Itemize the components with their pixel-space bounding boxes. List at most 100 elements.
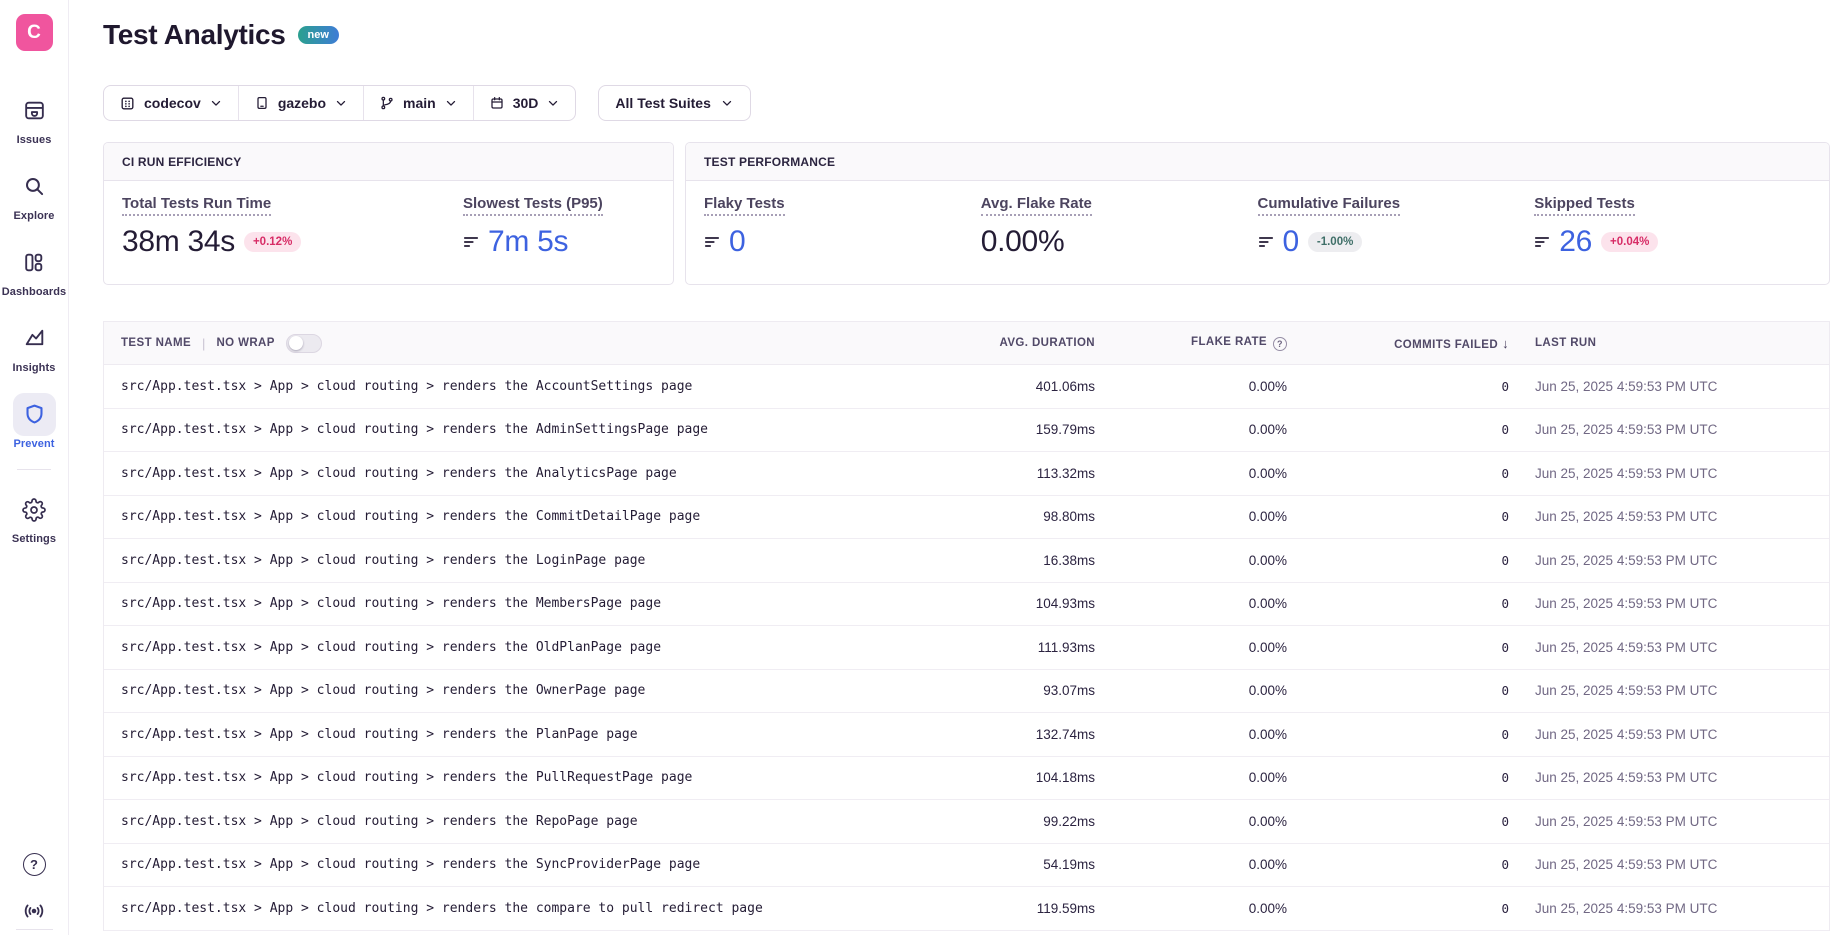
avg-duration-cell: 98.80ms (935, 509, 1095, 524)
new-badge: new (298, 26, 339, 44)
last-run-cell: Jun 25, 2025 4:59:53 PM UTC (1509, 640, 1829, 655)
panel-body: Flaky Tests 0 Avg. Flake Rate (686, 181, 1829, 259)
col-header-commits-failed[interactable]: COMMITS FAILED↓ (1287, 336, 1509, 351)
last-run-cell: Jun 25, 2025 4:59:53 PM UTC (1509, 422, 1829, 437)
sidebar-divider (17, 469, 51, 470)
filter-group: codecov gazebo (103, 85, 576, 121)
sidebar-item-explore[interactable]: Explore (13, 165, 56, 222)
test-name-cell: src/App.test.tsx > App > cloud routing >… (104, 640, 935, 655)
table-row: src/App.test.tsx > App > cloud routing >… (104, 887, 1829, 931)
avg-duration-cell: 159.79ms (935, 422, 1095, 437)
page-title: Test Analytics (103, 19, 286, 51)
metric-label[interactable]: Cumulative Failures (1258, 195, 1401, 216)
table-row: src/App.test.tsx > App > cloud routing >… (104, 800, 1829, 844)
table-body: src/App.test.tsx > App > cloud routing >… (104, 365, 1829, 931)
test-name-cell: src/App.test.tsx > App > cloud routing >… (104, 683, 935, 698)
panel-title: TEST PERFORMANCE (686, 143, 1829, 181)
metric-label[interactable]: Total Tests Run Time (122, 195, 271, 216)
no-wrap-toggle[interactable] (286, 334, 322, 353)
sidebar-item-label: Prevent (13, 438, 54, 450)
metric-label[interactable]: Slowest Tests (P95) (463, 195, 603, 216)
test-name-cell: src/App.test.tsx > App > cloud routing >… (104, 727, 935, 742)
tests-table: TEST NAME | NO WRAP AVG. DURATION FLAKE … (103, 321, 1830, 931)
org-selector[interactable]: codecov (104, 86, 239, 120)
org-avatar[interactable]: C (16, 14, 53, 51)
table-row: src/App.test.tsx > App > cloud routing >… (104, 626, 1829, 670)
calendar-icon (489, 95, 505, 111)
avg-duration-cell: 54.19ms (935, 857, 1095, 872)
filter-funnel-icon[interactable] (463, 234, 479, 250)
flake-rate-cell: 0.00% (1095, 770, 1287, 785)
table-row: src/App.test.tsx > App > cloud routing >… (104, 452, 1829, 496)
last-run-cell: Jun 25, 2025 4:59:53 PM UTC (1509, 509, 1829, 524)
metric-cumulative-failures: Cumulative Failures 0 -1.00% (1258, 195, 1535, 259)
test-name-cell: src/App.test.tsx > App > cloud routing >… (104, 770, 935, 785)
metric-label[interactable]: Avg. Flake Rate (981, 195, 1092, 216)
sidebar-item-issues[interactable]: Issues (13, 89, 56, 146)
last-run-cell: Jun 25, 2025 4:59:53 PM UTC (1509, 814, 1829, 829)
org-value: codecov (144, 95, 201, 111)
test-performance-panel: TEST PERFORMANCE Flaky Tests 0 (685, 142, 1830, 285)
test-suites-selector[interactable]: All Test Suites (598, 85, 750, 121)
sidebar-item-prevent[interactable]: Prevent (13, 393, 56, 450)
page-header: Test Analytics new (103, 15, 1830, 55)
avg-duration-cell: 401.06ms (935, 379, 1095, 394)
summary-panels: CI RUN EFFICIENCY Total Tests Run Time 3… (103, 142, 1830, 285)
flake-rate-cell: 0.00% (1095, 640, 1287, 655)
metric-label[interactable]: Flaky Tests (704, 195, 785, 216)
last-run-cell: Jun 25, 2025 4:59:53 PM UTC (1509, 770, 1829, 785)
test-name-cell: src/App.test.tsx > App > cloud routing >… (104, 814, 935, 829)
commits-failed-cell: 0 (1287, 683, 1509, 698)
flake-rate-cell: 0.00% (1095, 596, 1287, 611)
no-wrap-label: NO WRAP (216, 337, 274, 349)
col-header-flake-rate[interactable]: FLAKE RATE? (1095, 336, 1287, 351)
avg-duration-cell: 16.38ms (935, 553, 1095, 568)
avg-duration-cell: 104.18ms (935, 770, 1095, 785)
last-run-cell: Jun 25, 2025 4:59:53 PM UTC (1509, 901, 1829, 916)
filter-funnel-icon[interactable] (1258, 234, 1274, 250)
table-row: src/App.test.tsx > App > cloud routing >… (104, 496, 1829, 540)
sidebar-help: ? (0, 853, 68, 876)
col-header-avg-duration[interactable]: AVG. DURATION (935, 337, 1095, 349)
commits-failed-cell: 0 (1287, 422, 1509, 437)
date-range-selector[interactable]: 30D (474, 86, 576, 120)
help-icon[interactable]: ? (23, 853, 46, 876)
panel-title: CI RUN EFFICIENCY (104, 143, 673, 181)
metric-total-tests-run-time: Total Tests Run Time 38m 34s +0.12% (122, 195, 463, 259)
repo-selector[interactable]: gazebo (239, 86, 364, 120)
delta-badge: +0.04% (1601, 232, 1658, 252)
avg-duration-cell: 132.74ms (935, 727, 1095, 742)
branch-selector[interactable]: main (364, 86, 474, 120)
repo-value: gazebo (278, 95, 326, 111)
ci-run-efficiency-panel: CI RUN EFFICIENCY Total Tests Run Time 3… (103, 142, 674, 285)
metric-flaky-tests: Flaky Tests 0 (704, 195, 981, 259)
sidebar-broadcast (0, 898, 68, 924)
test-name-cell: src/App.test.tsx > App > cloud routing >… (104, 901, 935, 916)
metric-label[interactable]: Skipped Tests (1534, 195, 1635, 216)
last-run-cell: Jun 25, 2025 4:59:53 PM UTC (1509, 727, 1829, 742)
col-header-last-run[interactable]: LAST RUN (1509, 337, 1829, 349)
filter-funnel-icon[interactable] (1534, 234, 1550, 250)
table-row: src/App.test.tsx > App > cloud routing >… (104, 365, 1829, 409)
gear-icon (12, 488, 55, 531)
filter-funnel-icon[interactable] (704, 234, 720, 250)
col-header-test-name[interactable]: TEST NAME (121, 337, 191, 349)
sidebar-item-insights[interactable]: Insights (13, 317, 56, 374)
broadcast-icon[interactable] (21, 898, 47, 924)
sidebar-item-settings[interactable]: Settings (12, 488, 56, 545)
git-branch-icon (379, 95, 395, 111)
sidebar-item-dashboards[interactable]: Dashboards (2, 241, 67, 298)
commits-failed-cell: 0 (1287, 901, 1509, 916)
test-suites-value: All Test Suites (615, 95, 710, 111)
search-icon (13, 165, 56, 208)
chevron-down-icon (444, 96, 458, 110)
table-row: src/App.test.tsx > App > cloud routing >… (104, 539, 1829, 583)
table-row: src/App.test.tsx > App > cloud routing >… (104, 583, 1829, 627)
info-icon[interactable]: ? (1273, 337, 1287, 351)
metric-value: 7m 5s (488, 225, 568, 259)
flake-rate-cell: 0.00% (1095, 727, 1287, 742)
flake-rate-cell: 0.00% (1095, 901, 1287, 916)
commits-failed-cell: 0 (1287, 466, 1509, 481)
sidebar-item-label: Explore (13, 210, 54, 222)
flake-rate-cell: 0.00% (1095, 814, 1287, 829)
